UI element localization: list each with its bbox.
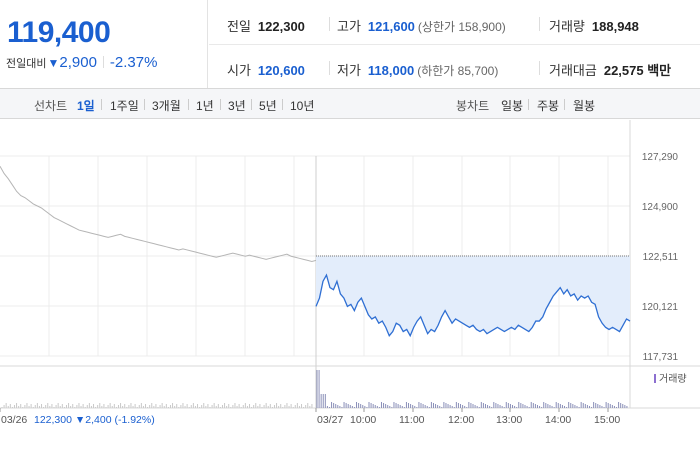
divider <box>528 99 529 110</box>
x-tick-label: 03/27 <box>317 414 343 426</box>
change-percent: -2.37% <box>109 54 158 71</box>
stat-label: 거래대금 <box>549 63 597 78</box>
stat-label: 시가 <box>227 63 251 78</box>
period-3m[interactable]: 3개월 <box>152 97 181 114</box>
candle-daily[interactable]: 일봉 <box>501 97 523 114</box>
prev-day-summary: 122,300 ▼2,400 (-1.92%) <box>34 414 155 426</box>
stat-sub: (하한가 85,700) <box>417 64 499 78</box>
x-tick-label: 15:00 <box>594 414 620 426</box>
period-10y[interactable]: 10년 <box>290 97 314 114</box>
divider <box>539 61 540 75</box>
stat-value: 121,600 <box>367 19 415 34</box>
stat-value: 118,000 <box>367 63 415 78</box>
stat-low: 저가 118,000 (하한가 85,700) <box>337 60 498 79</box>
candle-weekly[interactable]: 주봉 <box>537 97 559 114</box>
stat-volume: 거래량 188,948 <box>549 16 639 35</box>
price-block: 119,400 전일대비▼2,900 -2.37% <box>0 0 208 88</box>
x-tick-label: 03/26 <box>1 414 27 426</box>
divider <box>144 99 145 110</box>
y-axis: 127,290 124,900 122,511 120,121 117,731 <box>642 152 679 363</box>
volume-legend-label: 거래량 <box>659 373 687 385</box>
stats-grid: 전일 122,300 고가 121,600 (상한가 158,900) 거래량 188,… <box>209 0 700 88</box>
x-axis: 03/26 03/27 10:00 11:00 12:00 13:00 14:00 15:00… <box>0 408 620 426</box>
chart-svg[interactable]: 127,290 124,900 122,511 120,121 117,731 03/2… <box>0 120 700 450</box>
line-chart-label: 선차트 <box>34 99 68 113</box>
stat-value: 122,300 <box>257 19 305 34</box>
change-row: 전일대비▼2,900 -2.37% <box>6 54 157 71</box>
divider <box>539 17 540 31</box>
x-tick-label: 12:00 <box>448 414 474 426</box>
period-1w[interactable]: 1주일 <box>110 97 139 114</box>
volume-legend-swatch <box>654 374 656 383</box>
today-fill <box>316 255 630 336</box>
x-tick-label: 13:00 <box>496 414 522 426</box>
divider <box>101 99 102 110</box>
divider <box>564 99 565 110</box>
period-bar: 선차트 1일 1주일 3개월 1년 3년 5년 10년 봉차트 일봉 주봉 월봉 <box>0 88 700 119</box>
stat-trade-value: 거래대금 22,575 백만 <box>549 60 671 79</box>
period-3y[interactable]: 3년 <box>228 97 246 114</box>
divider <box>102 56 104 68</box>
divider <box>188 99 189 110</box>
period-5y[interactable]: 5년 <box>259 97 277 114</box>
x-tick-label: 11:00 <box>399 414 425 426</box>
price-chart[interactable]: 127,290 124,900 122,511 120,121 117,731 03/2… <box>0 120 700 450</box>
y-tick-label: 120,121 <box>642 302 679 313</box>
stat-label: 거래량 <box>549 19 585 34</box>
down-arrow-icon: ▼ <box>47 56 60 70</box>
divider <box>329 17 330 31</box>
divider <box>220 99 221 110</box>
divider <box>282 99 283 110</box>
candle-chart-label: 봉차트 <box>456 99 490 113</box>
candle-monthly[interactable]: 월봉 <box>573 97 595 114</box>
stat-value: 188,948 <box>591 19 639 34</box>
stat-open: 시가 120,600 <box>227 60 305 79</box>
prev-day-line <box>0 166 317 262</box>
stat-sub: (상한가 158,900) <box>417 20 506 34</box>
y-tick-label: 117,731 <box>643 352 679 363</box>
stat-high: 고가 121,600 (상한가 158,900) <box>337 16 506 35</box>
divider <box>209 44 700 45</box>
y-tick-label: 122,511 <box>643 252 679 263</box>
volume-bars <box>1 370 628 408</box>
y-tick-label: 127,290 <box>642 152 679 163</box>
change-label: 전일대비 <box>6 58 47 70</box>
stat-value: 22,575 백만 <box>603 63 672 78</box>
period-1y[interactable]: 1년 <box>196 97 214 114</box>
stat-prev-close: 전일 122,300 <box>227 16 305 35</box>
divider <box>251 99 252 110</box>
current-price: 119,400 <box>7 16 111 49</box>
stat-label: 고가 <box>337 19 361 34</box>
stat-label: 전일 <box>227 19 251 34</box>
volume-legend: 거래량 <box>654 373 687 385</box>
x-tick-label: 10:00 <box>350 414 376 426</box>
x-tick-label: 14:00 <box>545 414 571 426</box>
period-1d[interactable]: 1일 <box>77 97 95 114</box>
y-tick-label: 124,900 <box>642 202 679 213</box>
stat-label: 저가 <box>337 63 361 78</box>
change-amount: 2,900 <box>59 54 97 71</box>
chart-fill <box>316 255 630 336</box>
stat-value: 120,600 <box>257 63 305 78</box>
divider <box>329 61 330 75</box>
